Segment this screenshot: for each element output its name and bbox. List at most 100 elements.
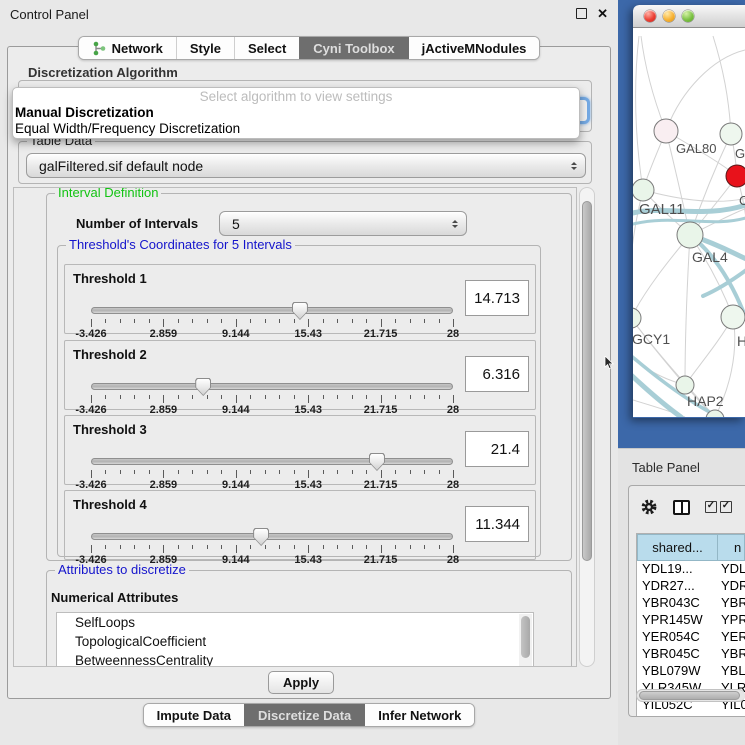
tick-mark xyxy=(207,319,208,323)
dropdown-option-manual-discretization[interactable]: Manual Discretization xyxy=(13,105,579,121)
tick-mark xyxy=(439,319,440,323)
table-cell[interactable]: YBL079W xyxy=(637,663,718,680)
slider-handle[interactable] xyxy=(195,378,211,396)
table-cell[interactable]: YDL19... xyxy=(637,561,718,578)
tick-mark xyxy=(279,470,280,474)
threshold-4-label: Threshold 4 xyxy=(73,497,147,512)
threshold-4-box: Threshold 4 -3.4262.8599.14415.4321.7152… xyxy=(64,490,536,560)
dropdown-option-equal-width[interactable]: Equal Width/Frequency Discretization xyxy=(13,121,579,137)
tick-mark xyxy=(366,319,367,323)
tab-style-label: Style xyxy=(190,41,221,56)
slider-track[interactable] xyxy=(91,383,453,390)
tick-mark xyxy=(221,319,222,323)
slider-track[interactable] xyxy=(91,307,453,314)
table-row[interactable]: YDL19... YDL1 xyxy=(637,561,745,578)
threshold-3-label: Threshold 3 xyxy=(73,422,147,437)
table-cell[interactable]: YPR1 xyxy=(718,612,745,629)
tab-jactivemnodules[interactable]: jActiveMNodules xyxy=(408,37,540,59)
tab-discretize-data[interactable]: Discretize Data xyxy=(244,704,364,726)
table-cell[interactable]: YDL1 xyxy=(718,561,745,578)
tick-mark xyxy=(120,319,121,323)
column-checkboxes-icon[interactable]: ✓ ✓ xyxy=(705,501,732,513)
threshold-3-slider: -3.4262.8599.14415.4321.71528 xyxy=(91,456,453,486)
tick-mark xyxy=(163,395,164,403)
tick-mark xyxy=(149,470,150,474)
list-item-selfloops[interactable]: SelfLoops xyxy=(57,613,533,632)
column-header-name[interactable]: n xyxy=(718,534,745,561)
tick-mark xyxy=(134,395,135,399)
list-scrollbar[interactable] xyxy=(519,614,532,667)
tab-select[interactable]: Select xyxy=(234,37,299,59)
threshold-4-value-input[interactable]: 11.344 xyxy=(465,506,529,542)
table-horizontal-scrollbar[interactable] xyxy=(636,689,745,702)
tab-impute-data[interactable]: Impute Data xyxy=(144,704,244,726)
table-row[interactable]: YBR045C YBR0 xyxy=(637,646,745,663)
tick-mark xyxy=(424,470,425,474)
tab-network[interactable]: Network xyxy=(79,37,176,59)
scrollbar-thumb[interactable] xyxy=(582,201,592,561)
column-header-shared-name[interactable]: shared... xyxy=(637,534,718,561)
tab-cyni-toolbox[interactable]: Cyni Toolbox xyxy=(299,37,407,59)
table-data-combobox-value: galFiltered.sif default node xyxy=(39,158,203,174)
table-panel-section: Table Panel ✓ ✓ shared... n YDL19... YDL… xyxy=(618,448,745,745)
number-of-intervals-combobox[interactable]: 5 xyxy=(219,211,467,236)
slider-track[interactable] xyxy=(91,458,453,465)
window-close-button[interactable] xyxy=(644,10,656,22)
tick-mark xyxy=(149,545,150,549)
table-cell[interactable]: YBR043C xyxy=(637,595,718,612)
table-cell[interactable]: YDR27... xyxy=(637,578,718,595)
table-data-combobox[interactable]: galFiltered.sif default node xyxy=(26,153,586,178)
tick-mark xyxy=(352,545,353,549)
table-cell[interactable]: YPR145W xyxy=(637,612,718,629)
close-panel-icon[interactable]: ✕ xyxy=(597,7,608,20)
tab-style[interactable]: Style xyxy=(176,37,234,59)
list-item-betweennesscentrality[interactable]: BetweennessCentrality xyxy=(57,651,533,667)
tick-mark xyxy=(192,319,193,323)
tab-infer-network[interactable]: Infer Network xyxy=(364,704,474,726)
threshold-2-value-input[interactable]: 6.316 xyxy=(465,356,529,392)
table-cell[interactable]: YER054C xyxy=(637,629,718,646)
list-item-topologicalcoefficient[interactable]: TopologicalCoefficient xyxy=(57,632,533,651)
threshold-3-box: Threshold 3 -3.4262.8599.14415.4321.7152… xyxy=(64,415,536,485)
tick-mark xyxy=(149,319,150,323)
network-node-hap2[interactable] xyxy=(676,376,694,394)
tick-mark xyxy=(439,545,440,549)
apply-button[interactable]: Apply xyxy=(268,671,334,694)
table-cell[interactable]: YBR0 xyxy=(718,646,745,663)
slider-track[interactable] xyxy=(91,533,453,540)
slider-handle[interactable] xyxy=(369,453,385,471)
slider-handle[interactable] xyxy=(253,528,269,546)
tick-mark xyxy=(221,470,222,474)
table-row[interactable]: YBR043C YBR0 xyxy=(637,595,745,612)
network-node-gal80[interactable] xyxy=(654,119,678,143)
table-cell[interactable]: YER0 xyxy=(718,629,745,646)
network-node-h[interactable] xyxy=(721,305,745,329)
network-canvas[interactable]: GAL80 GA GAL11 C GAL4 GCY1 H HAP2 xyxy=(633,28,745,417)
tick-mark xyxy=(178,319,179,323)
split-view-icon[interactable] xyxy=(673,500,690,515)
table-row[interactable]: YBL079W YBL0 xyxy=(637,663,745,680)
table-row[interactable]: YPR145W YPR1 xyxy=(637,612,745,629)
network-node-red[interactable] xyxy=(726,165,745,187)
network-node-gal4[interactable] xyxy=(677,222,703,248)
tick-mark xyxy=(323,545,324,549)
table-cell[interactable]: YDR2 xyxy=(718,578,745,595)
table-cell[interactable]: YBR0 xyxy=(718,595,745,612)
table-row[interactable]: YDR27... YDR2 xyxy=(637,578,745,595)
network-node-gcy1[interactable] xyxy=(633,308,641,328)
network-node[interactable] xyxy=(720,123,742,145)
network-node-gal11[interactable] xyxy=(633,179,654,201)
table-cell[interactable]: YBR045C xyxy=(637,646,718,663)
threshold-3-value-input[interactable]: 21.4 xyxy=(465,431,529,467)
tick-mark xyxy=(279,319,280,323)
window-zoom-button[interactable] xyxy=(682,10,694,22)
threshold-1-value-input[interactable]: 14.713 xyxy=(465,280,529,316)
window-minimize-button[interactable] xyxy=(663,10,675,22)
slider-handle[interactable] xyxy=(292,302,308,320)
scrollbar-thumb[interactable] xyxy=(639,691,740,700)
float-window-icon[interactable] xyxy=(576,8,587,19)
gear-icon[interactable] xyxy=(640,498,658,516)
table-row[interactable]: YER054C YER0 xyxy=(637,629,745,646)
table-cell[interactable]: YBL0 xyxy=(718,663,745,680)
settings-vertical-scrollbar[interactable] xyxy=(579,187,595,667)
